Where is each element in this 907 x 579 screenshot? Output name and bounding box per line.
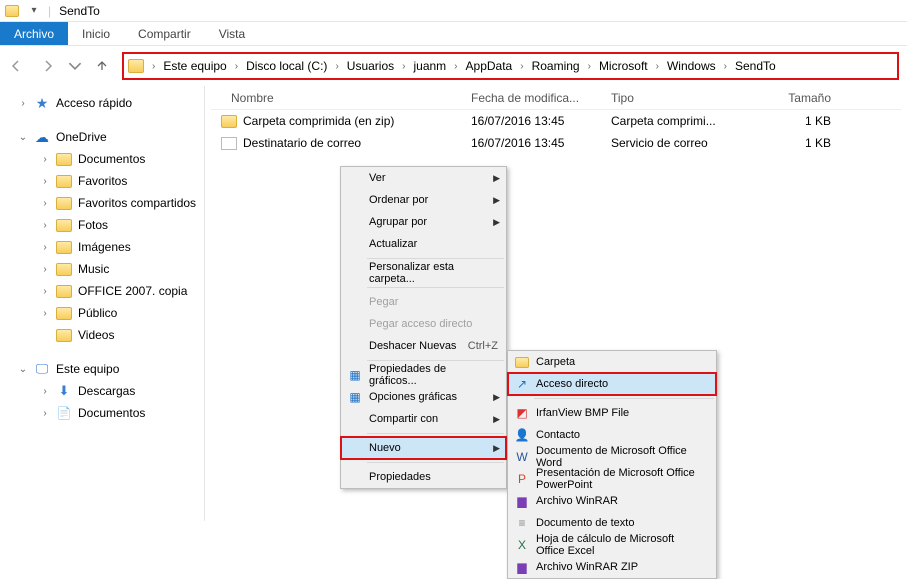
bmp-icon: ◩: [514, 405, 530, 421]
submenu-ppt[interactable]: PPresentación de Microsoft Office PowerP…: [508, 468, 716, 490]
chevron-right-icon: ›: [18, 98, 28, 109]
nav-row: › Este equipo› Disco local (C:)› Usuario…: [0, 46, 907, 86]
breadcrumb[interactable]: Roaming: [528, 59, 584, 73]
up-button[interactable]: [90, 54, 114, 78]
mail-icon: [221, 137, 237, 150]
tab-share[interactable]: Compartir: [124, 22, 205, 45]
submenu-rar[interactable]: ▆Archivo WinRAR: [508, 490, 716, 512]
breadcrumb[interactable]: Microsoft: [595, 59, 652, 73]
submenu-txt[interactable]: ≡Documento de texto: [508, 512, 716, 534]
tree-this-pc[interactable]: ⌄ 🖵 Este equipo: [12, 358, 200, 380]
back-button[interactable]: [4, 54, 28, 78]
overflow-icon[interactable]: ▾: [26, 3, 42, 19]
txt-icon: ≡: [514, 515, 530, 531]
context-menu: Ver▶ Ordenar por▶ Agrupar por▶ Actualiza…: [340, 166, 507, 489]
ribbon-tabs: Archivo Inicio Compartir Vista: [0, 22, 907, 46]
forward-button[interactable]: [36, 54, 60, 78]
folder-icon: [514, 354, 530, 370]
breadcrumb[interactable]: Disco local (C:): [242, 59, 331, 73]
breadcrumb[interactable]: Usuarios: [343, 59, 398, 73]
column-headers: Nombre Fecha de modifica... Tipo Tamaño: [211, 86, 901, 110]
pc-icon: 🖵: [34, 361, 50, 377]
breadcrumb[interactable]: Este equipo: [159, 59, 230, 73]
submenu-contacto[interactable]: 👤Contacto: [508, 424, 716, 446]
tree-item[interactable]: ›⬇Descargas: [12, 380, 200, 402]
tree-item[interactable]: ›Documentos: [12, 148, 200, 170]
col-name[interactable]: Nombre: [211, 91, 471, 105]
documents-icon: 📄: [56, 405, 72, 421]
menu-agrupar[interactable]: Agrupar por▶: [341, 211, 506, 233]
rar-icon: ▆: [514, 493, 530, 509]
col-size[interactable]: Tamaño: [751, 91, 831, 105]
menu-ver[interactable]: Ver▶: [341, 167, 506, 189]
tree-item[interactable]: ›Favoritos compartidos: [12, 192, 200, 214]
tree-item[interactable]: Videos: [12, 324, 200, 346]
menu-prop-graficos[interactable]: ▦Propiedades de gráficos...: [341, 364, 506, 386]
submenu-excel[interactable]: XHoja de cálculo de Microsoft Office Exc…: [508, 534, 716, 556]
menu-propiedades[interactable]: Propiedades: [341, 466, 506, 488]
graphics-icon: ▦: [347, 367, 363, 383]
powerpoint-icon: P: [514, 471, 530, 487]
window-title: SendTo: [59, 4, 100, 18]
folder-icon: [4, 3, 20, 19]
graphics-icon: ▦: [347, 389, 363, 405]
star-icon: ★: [34, 95, 50, 111]
menu-compartir[interactable]: Compartir con▶: [341, 408, 506, 430]
menu-actualizar[interactable]: Actualizar: [341, 233, 506, 255]
submenu-acceso-directo[interactable]: ↗Acceso directo: [508, 373, 716, 395]
tree-item[interactable]: ›OFFICE 2007. copia: [12, 280, 200, 302]
menu-deshacer[interactable]: Deshacer NuevasCtrl+Z: [341, 335, 506, 357]
shortcut-icon: ↗: [514, 376, 530, 392]
breadcrumb[interactable]: Windows: [663, 59, 720, 73]
tree-item[interactable]: ›Fotos: [12, 214, 200, 236]
breadcrumb[interactable]: juanm: [409, 59, 450, 73]
menu-opc-graficas[interactable]: ▦Opciones gráficas▶: [341, 386, 506, 408]
zip-icon: [221, 115, 237, 128]
recent-dropdown[interactable]: [68, 54, 82, 78]
menu-nuevo[interactable]: Nuevo▶: [341, 437, 506, 459]
chevron-right-icon: ›: [150, 61, 157, 72]
submenu-irfan[interactable]: ◩IrfanView BMP File: [508, 402, 716, 424]
submenu-zip[interactable]: ▆Archivo WinRAR ZIP: [508, 556, 716, 578]
breadcrumb[interactable]: AppData: [462, 59, 517, 73]
tab-file[interactable]: Archivo: [0, 22, 68, 45]
title-bar: ▾ | SendTo: [0, 0, 907, 22]
menu-personalizar[interactable]: Personalizar esta carpeta...: [341, 262, 506, 284]
menu-ordenar[interactable]: Ordenar por▶: [341, 189, 506, 211]
tree-item[interactable]: ›Público: [12, 302, 200, 324]
tab-view[interactable]: Vista: [205, 22, 259, 45]
col-type[interactable]: Tipo: [611, 91, 751, 105]
nav-tree: › ★ Acceso rápido ⌄ ☁ OneDrive ›Document…: [0, 86, 205, 521]
tree-quick-access[interactable]: › ★ Acceso rápido: [12, 92, 200, 114]
excel-icon: X: [514, 537, 530, 553]
zip-icon: ▆: [514, 559, 530, 575]
tree-onedrive[interactable]: ⌄ ☁ OneDrive: [12, 126, 200, 148]
contact-icon: 👤: [514, 427, 530, 443]
tree-item[interactable]: ›📄Documentos: [12, 402, 200, 424]
word-icon: W: [514, 449, 530, 465]
list-item[interactable]: Carpeta comprimida (en zip) 16/07/2016 1…: [211, 110, 901, 132]
tree-item[interactable]: ›Favoritos: [12, 170, 200, 192]
address-bar[interactable]: › Este equipo› Disco local (C:)› Usuario…: [122, 52, 899, 80]
submenu-word[interactable]: WDocumento de Microsoft Office Word: [508, 446, 716, 468]
tree-item[interactable]: ›Music: [12, 258, 200, 280]
tab-home[interactable]: Inicio: [68, 22, 124, 45]
folder-icon: [128, 59, 144, 73]
submenu-carpeta[interactable]: Carpeta: [508, 351, 716, 373]
cloud-icon: ☁: [34, 129, 50, 145]
menu-pegar-acceso: Pegar acceso directo: [341, 313, 506, 335]
downloads-icon: ⬇: [56, 383, 72, 399]
chevron-down-icon: ⌄: [18, 364, 28, 375]
chevron-down-icon: ⌄: [18, 132, 28, 143]
tree-item[interactable]: ›Imágenes: [12, 236, 200, 258]
menu-pegar: Pegar: [341, 291, 506, 313]
breadcrumb[interactable]: SendTo: [731, 59, 780, 73]
col-date[interactable]: Fecha de modifica...: [471, 91, 611, 105]
list-item[interactable]: Destinatario de correo 16/07/2016 13:45 …: [211, 132, 901, 154]
context-submenu-nuevo: Carpeta ↗Acceso directo ◩IrfanView BMP F…: [507, 350, 717, 579]
